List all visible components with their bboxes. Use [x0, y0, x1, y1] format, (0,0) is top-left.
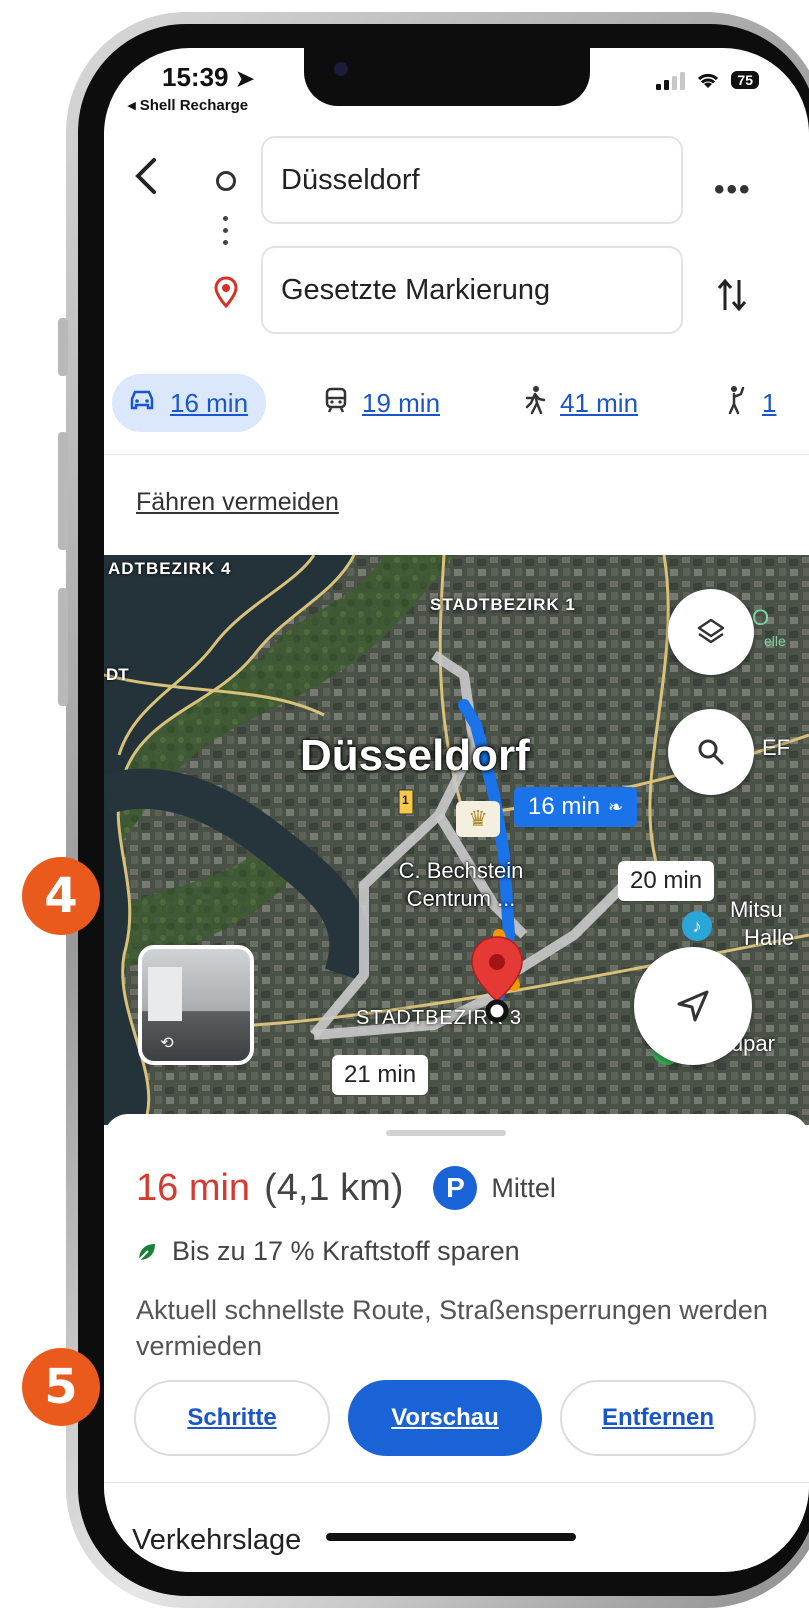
- volume-up-button: [58, 432, 68, 550]
- route-summary: 16 min (4,1 km) P Mittel: [136, 1166, 556, 1210]
- street-view-building: [148, 967, 182, 1021]
- front-camera: [334, 62, 348, 76]
- parking-icon: P: [433, 1166, 478, 1210]
- volume-down-button: [58, 588, 68, 706]
- home-indicator[interactable]: [326, 1533, 576, 1541]
- notch: [304, 48, 590, 106]
- annotation-badge-4: 4: [22, 857, 100, 935]
- crown-poi-icon[interactable]: ♛: [456, 801, 500, 837]
- transit-icon: [324, 387, 348, 420]
- screen: 15:39 ➤ ◂ Shell Recharge 75 Düsseldorf G…: [104, 48, 809, 1572]
- map-label-district4: ADTBEZIRK 4: [108, 559, 232, 578]
- annotation-badge-5: 5: [22, 1348, 100, 1426]
- mute-switch: [58, 318, 68, 376]
- cellular-signal-icon: [656, 70, 686, 90]
- route-label-main[interactable]: 16 min ❧: [514, 787, 638, 827]
- route-label-main-text: 16 min: [528, 793, 601, 820]
- route-label-alt1[interactable]: 20 min: [618, 861, 715, 901]
- tab-driving[interactable]: 16 min: [112, 374, 267, 432]
- road-number-badge: 1: [402, 793, 409, 807]
- route-description: Aktuell schnellste Route, Straßensperrun…: [136, 1295, 768, 1361]
- map-label-district1: STADTBEZIRK 1: [430, 595, 576, 614]
- tab-walking-label: 41 min: [560, 387, 639, 418]
- map-label-right-fragment1b: elle: [764, 633, 786, 649]
- map-label-mitsu: Mitsu: [730, 897, 783, 922]
- eco-leaf-icon: [138, 1243, 155, 1261]
- status-time-text: 15:39: [162, 62, 229, 92]
- avoid-ferries-link[interactable]: Fähren vermeiden: [136, 488, 339, 517]
- walk-icon: [524, 385, 546, 422]
- route-details-sheet: 16 min (4,1 km) P Mittel Bis zu 17 % Kra…: [104, 1114, 809, 1572]
- tab-driving-label: 16 min: [170, 387, 249, 418]
- origin-field[interactable]: Düsseldorf: [261, 136, 683, 224]
- tab-transit[interactable]: 19 min: [308, 374, 458, 432]
- sheet-drag-handle[interactable]: [386, 1130, 506, 1136]
- back-button[interactable]: [132, 156, 172, 196]
- fuel-savings-text: Bis zu 17 % Kraftstoff sparen: [172, 1236, 520, 1266]
- wifi-icon: [698, 73, 719, 88]
- steps-button[interactable]: Schritte: [134, 1380, 330, 1456]
- divider: [104, 454, 809, 455]
- sheet-divider: [104, 1482, 809, 1483]
- tab-ride-label: 1: [762, 387, 777, 418]
- swap-button[interactable]: [716, 276, 748, 322]
- map-label-right-fragment1: O: [752, 605, 770, 630]
- traffic-heading: Verkehrslage: [132, 1524, 302, 1556]
- map-label-poi: C. Bechstein Centrum ...: [398, 858, 524, 911]
- back-to-app-link[interactable]: ◂ Shell Recharge: [128, 96, 248, 114]
- tab-transit-label: 19 min: [362, 387, 441, 418]
- search-icon: [698, 739, 724, 765]
- remove-button[interactable]: Entfernen: [560, 1380, 756, 1456]
- battery-icon: 75: [731, 71, 759, 89]
- car-icon: [128, 388, 156, 419]
- destination-marker[interactable]: [469, 935, 525, 1030]
- more-options-button[interactable]: •••: [714, 173, 752, 207]
- rotate-360-icon: ⟲: [160, 1035, 174, 1052]
- ride-icon: [724, 385, 748, 422]
- tab-ride[interactable]: 1: [708, 374, 794, 432]
- map-label-right-fragment2: EF: [762, 735, 791, 760]
- map-label-left-fragment: DT: [106, 665, 129, 684]
- route-distance: (4,1 km): [264, 1166, 404, 1209]
- red-pin-icon: [471, 936, 523, 1023]
- status-icons: 75: [656, 70, 759, 90]
- route-label-alt2[interactable]: 21 min: [332, 1055, 429, 1095]
- map-view[interactable]: ADTBEZIRK 4 STADTBEZIRK 1 DT Düsseldorf …: [104, 555, 809, 1125]
- eco-leaf-icon: ❧: [608, 796, 624, 817]
- location-arrow-icon: ➤: [235, 66, 255, 91]
- tab-walking[interactable]: 41 min: [508, 374, 656, 432]
- swap-arrows-icon: [717, 278, 747, 312]
- travel-mode-tabs: 16 min 19 min 41 min 1: [104, 370, 809, 448]
- recenter-button[interactable]: [634, 947, 752, 1065]
- navigation-arrow-icon: [677, 990, 709, 1022]
- music-poi-icon[interactable]: ♪: [682, 911, 712, 941]
- search-map-button[interactable]: [668, 709, 754, 795]
- street-view-thumbnail[interactable]: ⟲: [138, 945, 254, 1065]
- chevron-left-icon: [135, 158, 156, 194]
- origin-circle-icon: [216, 171, 236, 191]
- status-time: 15:39 ➤: [162, 62, 254, 93]
- preview-button[interactable]: Vorschau: [348, 1380, 542, 1456]
- layers-button[interactable]: [668, 589, 754, 675]
- layers-icon: [697, 618, 725, 644]
- destination-field[interactable]: Gesetzte Markierung: [261, 246, 683, 334]
- fuel-savings: Bis zu 17 % Kraftstoff sparen: [136, 1236, 520, 1267]
- destination-pin-icon: [214, 276, 238, 313]
- map-label-halle: Halle: [744, 925, 795, 950]
- map-label-city: Düsseldorf: [300, 731, 530, 780]
- route-time: 16 min: [136, 1166, 251, 1209]
- parking-difficulty: Mittel: [491, 1172, 556, 1203]
- route-dots-icon: [223, 216, 228, 252]
